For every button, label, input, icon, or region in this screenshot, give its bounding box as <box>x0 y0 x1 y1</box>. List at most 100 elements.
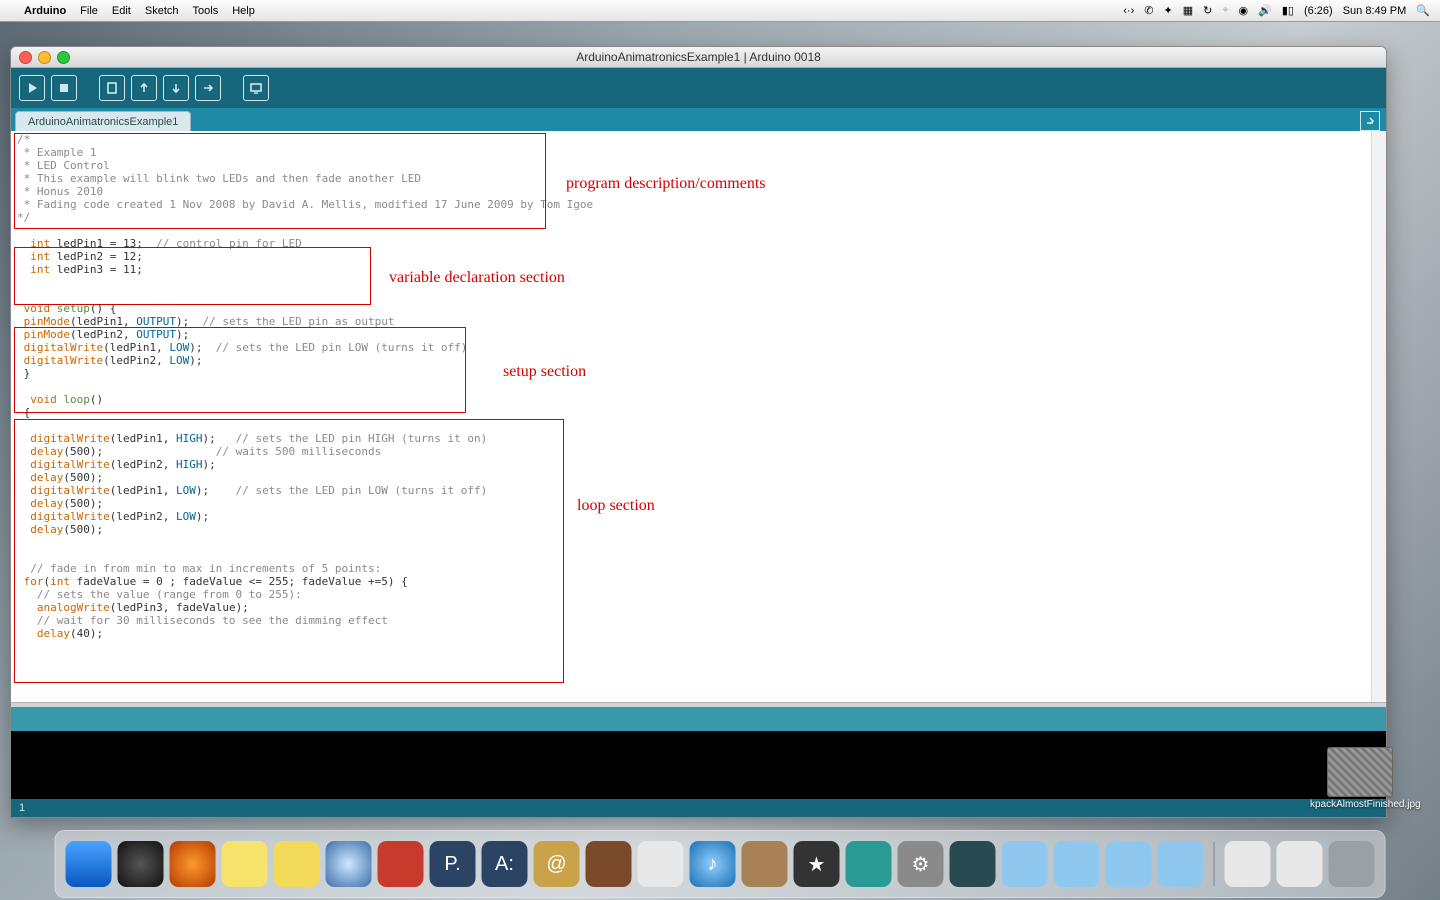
code-editor[interactable]: /* * Example 1 * LED Control * This exam… <box>11 131 1386 705</box>
code-text: (500); <box>63 445 103 458</box>
code-comment: * LED Control <box>17 159 110 172</box>
dock-app-p-icon[interactable]: P. <box>430 841 476 887</box>
dock-doc2-icon[interactable] <box>1277 841 1323 887</box>
code-text: ); <box>176 328 189 341</box>
tab-menu-button[interactable] <box>1360 111 1380 131</box>
menu-edit[interactable]: Edit <box>112 5 131 17</box>
dock-preview-icon[interactable] <box>742 841 788 887</box>
menu-file[interactable]: File <box>80 5 98 17</box>
code-comment: * This example will blink two LEDs and t… <box>17 172 421 185</box>
code-keyword: for <box>24 575 44 588</box>
code-func: digitalWrite <box>24 354 103 367</box>
spotlight-icon[interactable]: 🔍 <box>1416 4 1430 17</box>
dock-photobooth-icon[interactable] <box>586 841 632 887</box>
dock-folder1-icon[interactable] <box>1002 841 1048 887</box>
menuextra-spaces-icon[interactable]: ▦ <box>1183 4 1193 17</box>
console[interactable] <box>11 731 1386 799</box>
dock-app-dark-icon[interactable] <box>950 841 996 887</box>
code-comment: /* <box>17 133 30 146</box>
dock-openoffice-icon[interactable] <box>638 841 684 887</box>
code-text: (500); <box>63 471 103 484</box>
code-comment: // sets the LED pin HIGH (turns it on) <box>216 432 488 445</box>
dock-firefox-icon[interactable] <box>170 841 216 887</box>
code-const: OUTPUT <box>136 328 176 341</box>
code-text: fadeValue = 0 ; fadeValue <= 255; fadeVa… <box>70 575 408 588</box>
code-text: ); <box>202 432 215 445</box>
dock-stickies2-icon[interactable] <box>274 841 320 887</box>
tab-bar: ArduinoAnimatronicsExample1 <box>11 108 1386 132</box>
menuextra-timemachine-icon[interactable]: ↻ <box>1203 4 1212 17</box>
dock-finder-icon[interactable] <box>66 841 112 887</box>
new-button[interactable] <box>99 75 125 101</box>
code-text: ledPin3 = 11; <box>50 263 143 276</box>
dock-trash-icon[interactable] <box>1329 841 1375 887</box>
dock-stickies-icon[interactable] <box>222 841 268 887</box>
window-titlebar[interactable]: ArduinoAnimatronicsExample1 | Arduino 00… <box>11 47 1386 68</box>
menuextra-wifi-icon[interactable]: ◉ <box>1239 4 1249 17</box>
stop-button[interactable] <box>51 75 77 101</box>
menu-help[interactable]: Help <box>232 5 255 17</box>
dock-dashboard-icon[interactable] <box>118 841 164 887</box>
code-comment: * Example 1 <box>17 146 96 159</box>
code-comment: * Fading code created 1 Nov 2008 by Davi… <box>17 198 593 211</box>
editor-scrollbar[interactable] <box>1371 131 1386 705</box>
desktop-file[interactable]: kpackAlmostFinished.jpg <box>1310 747 1410 810</box>
menu-tools[interactable]: Tools <box>193 5 219 17</box>
serial-monitor-button[interactable] <box>243 75 269 101</box>
code-text: (ledPin2, <box>110 458 176 471</box>
dock-imovie-icon[interactable]: ★ <box>794 841 840 887</box>
sketch-tab[interactable]: ArduinoAnimatronicsExample1 <box>15 111 191 132</box>
code-keyword: int <box>30 237 50 250</box>
code-text: (ledPin2, <box>103 354 169 367</box>
window-title: ArduinoAnimatronicsExample1 | Arduino 00… <box>11 50 1386 64</box>
code-text: ); <box>189 341 202 354</box>
window-zoom-button[interactable] <box>57 51 70 64</box>
code-func: digitalWrite <box>24 341 103 354</box>
code-text: ); <box>189 354 202 367</box>
dock-app-teal-icon[interactable] <box>846 841 892 887</box>
menu-sketch[interactable]: Sketch <box>145 5 179 17</box>
code-const: LOW <box>176 510 196 523</box>
menuextra-battery-icon[interactable]: ▮▯ <box>1282 4 1294 17</box>
menuextra-phone-icon[interactable]: ✆ <box>1144 4 1153 17</box>
code-func: analogWrite <box>37 601 110 614</box>
menuextra-sync-icon[interactable]: ✦ <box>1163 4 1172 17</box>
dock-folder2-icon[interactable] <box>1054 841 1100 887</box>
save-button[interactable] <box>163 75 189 101</box>
status-bar <box>11 707 1386 731</box>
code-const: LOW <box>169 354 189 367</box>
upload-button[interactable] <box>195 75 221 101</box>
dock-app-a-icon[interactable]: A: <box>482 841 528 887</box>
code-keyword: void <box>17 393 63 406</box>
code-text: (500); <box>63 523 103 536</box>
menuextra-bluetooth-icon[interactable]: ⌖ <box>1222 4 1228 17</box>
open-button[interactable] <box>131 75 157 101</box>
annotation-label-vars: variable declaration section <box>389 269 565 287</box>
dock-itunes-icon[interactable]: ♪ <box>690 841 736 887</box>
dock-folder3-icon[interactable] <box>1106 841 1152 887</box>
app-menu[interactable]: Arduino <box>24 5 66 17</box>
code-comment: * Honus 2010 <box>17 185 103 198</box>
dock-safari-icon[interactable] <box>326 841 372 887</box>
arduino-window: ArduinoAnimatronicsExample1 | Arduino 00… <box>10 46 1387 818</box>
dock-sysprefs-icon[interactable]: ⚙ <box>898 841 944 887</box>
dock-mail-icon[interactable]: @ <box>534 841 580 887</box>
code-func: delay <box>30 497 63 510</box>
window-close-button[interactable] <box>19 51 32 64</box>
run-button[interactable] <box>19 75 45 101</box>
code-text: (ledPin3, fadeValue); <box>110 601 249 614</box>
code-keyword: int <box>30 263 50 276</box>
menuextra-clock[interactable]: Sun 8:49 PM <box>1343 5 1407 17</box>
annotation-label-comments: program description/comments <box>566 175 766 193</box>
dock-folder4-icon[interactable] <box>1158 841 1204 887</box>
mac-menubar: Arduino File Edit Sketch Tools Help ‹·› … <box>0 0 1440 22</box>
window-minimize-button[interactable] <box>38 51 51 64</box>
menuextra-network-icon[interactable]: ‹·› <box>1123 5 1134 17</box>
code-text: (ledPin2, <box>110 510 176 523</box>
code-func: delay <box>37 627 70 640</box>
desktop: ArduinoAnimatronicsExample1 | Arduino 00… <box>0 22 1440 900</box>
dock-app-red-icon[interactable] <box>378 841 424 887</box>
code-const: OUTPUT <box>136 315 176 328</box>
menuextra-volume-icon[interactable]: 🔊 <box>1258 4 1272 17</box>
dock-doc1-icon[interactable] <box>1225 841 1271 887</box>
